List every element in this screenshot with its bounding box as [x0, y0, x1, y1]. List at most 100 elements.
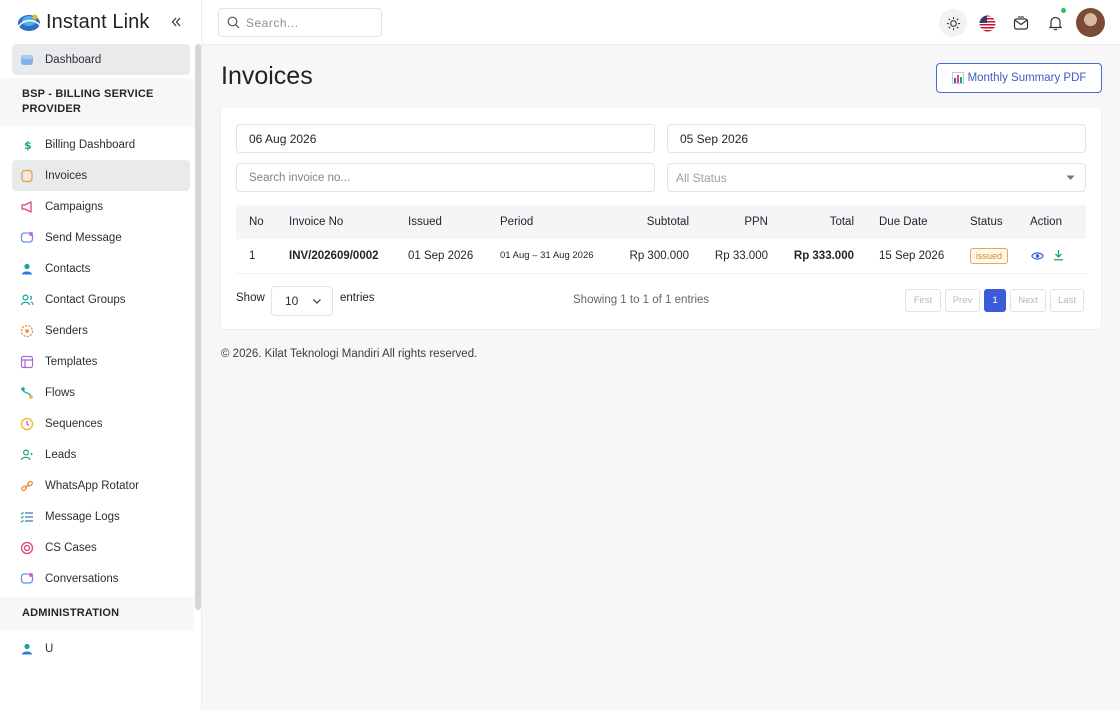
footer-copyright: © 2026. Kilat Teknologi Mandiri All righ…	[221, 348, 478, 360]
cell-invoice-no: INV/202609/0002	[289, 239, 408, 274]
status-select[interactable]: All Status	[667, 163, 1086, 192]
sidebar-item-flows[interactable]: Flows	[12, 377, 190, 408]
date-from-value: 06 Aug 2026	[249, 131, 317, 146]
user-icon	[19, 641, 35, 657]
conversation-icon	[19, 571, 35, 587]
view-invoice-button[interactable]	[1030, 249, 1044, 263]
sidebar-item-label: Campaigns	[45, 200, 104, 213]
download-icon	[1053, 249, 1063, 261]
prev-page-button[interactable]: Prev	[945, 289, 980, 312]
sidebar-item-label: Billing Dashboard	[45, 138, 136, 151]
sidebar-item-contact-groups[interactable]: Contact Groups	[12, 284, 190, 315]
avatar[interactable]	[1076, 8, 1105, 37]
page-length-value: 10	[285, 294, 299, 308]
page-length-select[interactable]: 10	[271, 286, 333, 316]
status-select-value: All Status	[676, 170, 727, 185]
mail-button[interactable]	[1007, 9, 1035, 37]
cell-subtotal: Rp 300.000	[619, 239, 689, 274]
us-flag-icon	[979, 15, 995, 31]
notifications-button[interactable]	[1041, 9, 1069, 37]
bar-chart-icon	[951, 72, 964, 84]
col-invoice-no[interactable]: Invoice No	[289, 205, 408, 239]
brand-logo-icon	[18, 14, 41, 31]
pagination: First Prev 1 Next Last	[905, 289, 1088, 312]
col-total[interactable]: Total	[768, 205, 854, 239]
megaphone-icon	[19, 199, 35, 215]
cell-issued: 01 Sep 2026	[408, 239, 500, 274]
flow-icon	[19, 385, 35, 401]
sidebar-item-send-message[interactable]: Send Message	[12, 222, 190, 253]
sidebar-item-whatsapp-rotator[interactable]: WhatsApp Rotator	[12, 470, 190, 501]
sidebar-item-label: Send Message	[45, 231, 122, 244]
sidebar-item-users[interactable]: U	[12, 633, 190, 664]
page-1-button[interactable]: 1	[984, 289, 1006, 312]
monthly-summary-pdf-button[interactable]: Monthly Summary PDF	[936, 63, 1102, 93]
cell-action	[1016, 239, 1086, 274]
page-title: Invoices	[221, 62, 313, 90]
search-input[interactable]	[246, 15, 366, 30]
invoices-table: No Invoice No Issued Period Subtotal PPN…	[236, 205, 1086, 274]
col-period[interactable]: Period	[500, 205, 619, 239]
notification-dot	[1061, 8, 1066, 13]
col-due-date[interactable]: Due Date	[854, 205, 946, 239]
col-status[interactable]: Status	[946, 205, 1016, 239]
sidebar-item-invoices[interactable]: Invoices	[12, 160, 190, 191]
eye-icon	[1030, 252, 1044, 260]
bell-icon	[1048, 16, 1062, 31]
date-to-field[interactable]: 05 Sep 2026	[667, 124, 1086, 153]
sidebar-item-message-logs[interactable]: Message Logs	[12, 501, 190, 532]
sidebar-item-contacts[interactable]: Contacts	[12, 253, 190, 284]
entries-label: entries	[340, 292, 375, 304]
cell-total: Rp 333.000	[768, 239, 854, 274]
sidebar-scrollbar[interactable]	[195, 44, 201, 610]
sidebar-item-leads[interactable]: Leads	[12, 439, 190, 470]
caret-down-icon	[1066, 175, 1075, 180]
sun-icon	[946, 16, 960, 30]
sidebar-item-label: Sequences	[45, 417, 103, 430]
date-from-field[interactable]: 06 Aug 2026	[236, 124, 655, 153]
date-to-value: 05 Sep 2026	[680, 131, 749, 146]
sidebar: Instant Link Dashboard BSP - BILLING SER…	[0, 0, 202, 710]
sidebar-item-cs-cases[interactable]: CS Cases	[12, 532, 190, 563]
sidebar-item-sequences[interactable]: Sequences	[12, 408, 190, 439]
chevron-down-icon	[313, 299, 321, 304]
sidebar-item-label: Senders	[45, 324, 88, 337]
col-no[interactable]: No	[236, 205, 289, 239]
message-icon	[19, 230, 35, 246]
col-action[interactable]: Action	[1016, 205, 1086, 239]
table-info: Showing 1 to 1 of 1 entries	[573, 294, 710, 306]
cell-due-date: 15 Sep 2026	[854, 239, 946, 274]
invoice-icon	[19, 168, 35, 184]
rotator-icon	[19, 478, 35, 494]
invoice-search-input[interactable]	[249, 171, 654, 184]
sidebar-item-label: CS Cases	[45, 541, 97, 554]
sidebar-item-label: Contact Groups	[45, 293, 126, 306]
global-search[interactable]	[218, 8, 382, 37]
col-issued[interactable]: Issued	[408, 205, 500, 239]
cell-ppn: Rp 33.000	[689, 239, 768, 274]
show-label: Show	[236, 292, 265, 304]
last-page-button[interactable]: Last	[1050, 289, 1084, 312]
dollar-icon: $	[19, 137, 35, 153]
col-subtotal[interactable]: Subtotal	[619, 205, 689, 239]
sidebar-item-campaigns[interactable]: Campaigns	[12, 191, 190, 222]
first-page-button[interactable]: First	[905, 289, 941, 312]
next-page-button[interactable]: Next	[1010, 289, 1046, 312]
theme-toggle-button[interactable]	[939, 9, 967, 37]
contact-icon	[19, 261, 35, 277]
col-ppn[interactable]: PPN	[689, 205, 768, 239]
section-heading-administration: ADMINISTRATION	[0, 597, 194, 630]
sidebar-item-templates[interactable]: Templates	[12, 346, 190, 377]
sidebar-item-billing-dashboard[interactable]: $ Billing Dashboard	[12, 129, 190, 160]
download-invoice-button[interactable]	[1051, 248, 1065, 262]
invoice-search-field[interactable]	[236, 163, 655, 192]
language-selector[interactable]	[973, 9, 1001, 37]
template-icon	[19, 354, 35, 370]
sidebar-item-label: WhatsApp Rotator	[45, 479, 139, 492]
sidebar-item-conversations[interactable]: Conversations	[12, 563, 190, 594]
sidebar-item-label: Flows	[45, 386, 76, 399]
sidebar-item-senders[interactable]: Senders	[12, 315, 190, 346]
sidebar-item-dashboard[interactable]: Dashboard	[12, 44, 190, 75]
sidebar-item-label: Templates	[45, 355, 98, 368]
collapse-sidebar-button[interactable]	[167, 13, 185, 31]
